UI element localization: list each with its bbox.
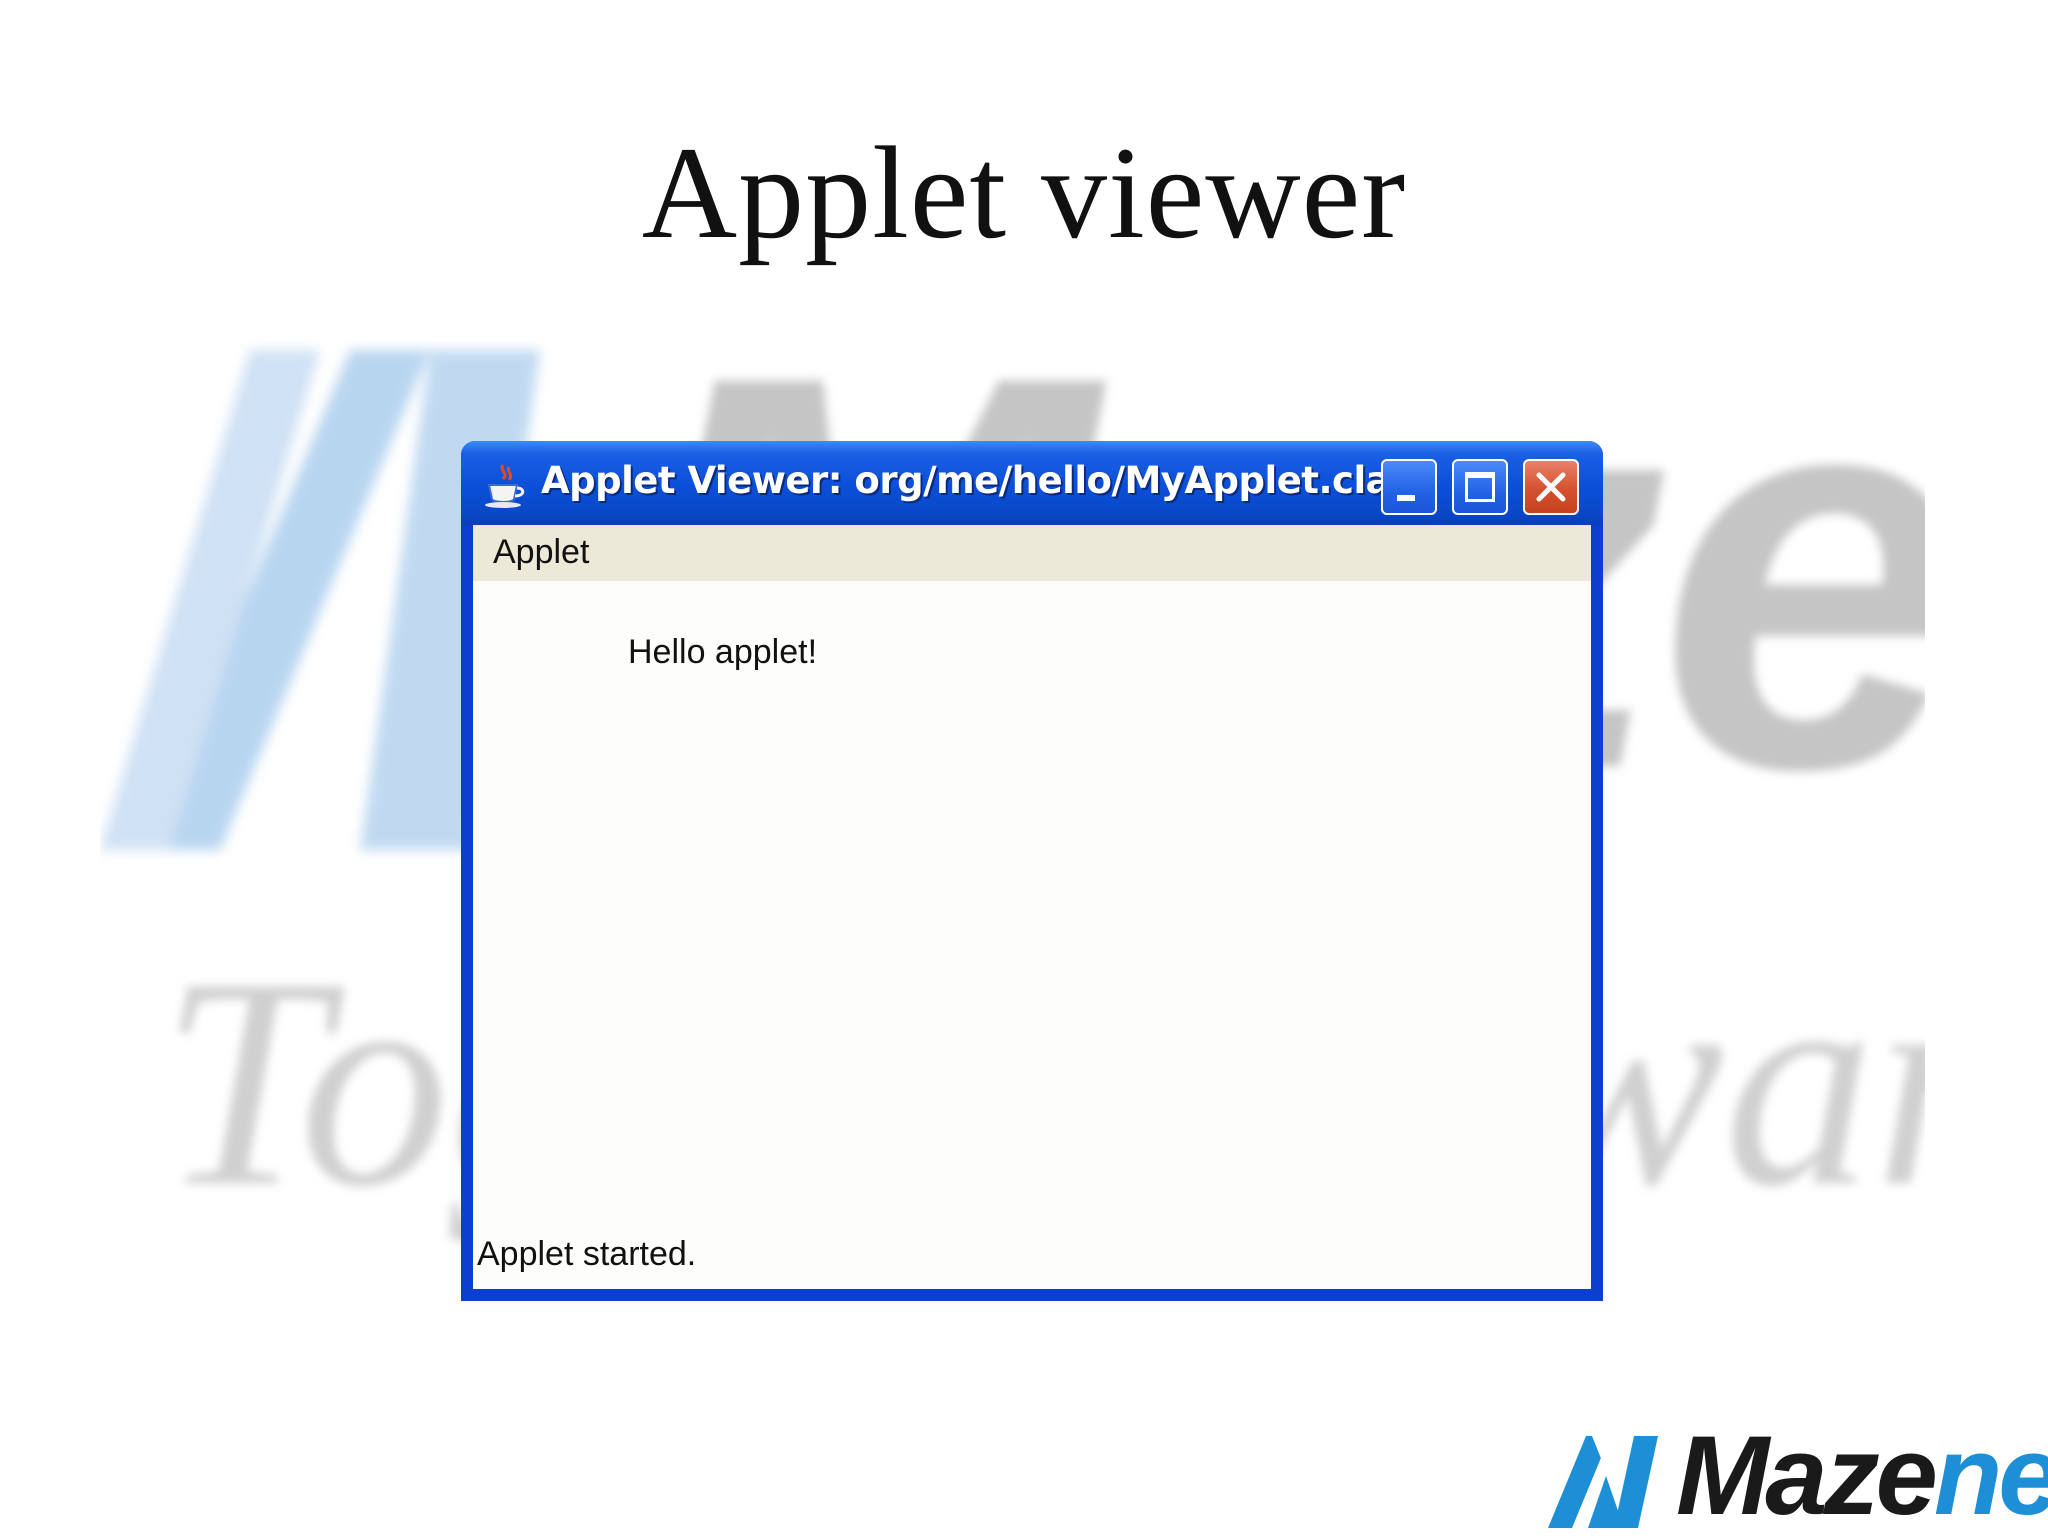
minimize-button[interactable] — [1381, 459, 1437, 515]
window-titlebar[interactable]: Applet Viewer: org/me/hello/MyApplet.cla… — [461, 441, 1603, 525]
minimize-icon — [1397, 495, 1415, 501]
window-client-area: Applet Hello applet! Applet started. — [473, 525, 1591, 1289]
status-text: Applet started. — [477, 1235, 697, 1273]
close-icon — [1536, 472, 1566, 502]
status-bar: Applet started. — [473, 1219, 1591, 1289]
close-button[interactable] — [1523, 459, 1579, 515]
applet-viewer-window: Applet Viewer: org/me/hello/MyApplet.cla… — [461, 441, 1603, 1301]
brand-name: Mazenet — [1676, 1416, 2048, 1536]
slide-title: Applet viewer — [641, 119, 1407, 266]
mazenet-logo-icon — [1548, 1436, 1658, 1528]
brand-name-prefix: Maze — [1676, 1413, 1938, 1536]
applet-output-text: Hello applet! — [628, 633, 818, 671]
applet-canvas[interactable]: Hello applet! — [473, 581, 1591, 1221]
slide: Mazenet Together towards success Applet … — [0, 0, 2048, 1536]
java-cup-icon — [485, 464, 525, 508]
brand-name-accent: net — [1933, 1413, 2048, 1536]
maximize-button[interactable] — [1452, 459, 1508, 515]
brand-logo: Mazenet — [1548, 1416, 2048, 1536]
window-title: Applet Viewer: org/me/hello/MyApplet.cla… — [541, 459, 1434, 502]
maximize-icon — [1465, 472, 1495, 502]
menu-bar: Applet — [473, 525, 1591, 581]
menu-applet[interactable]: Applet — [489, 533, 593, 572]
